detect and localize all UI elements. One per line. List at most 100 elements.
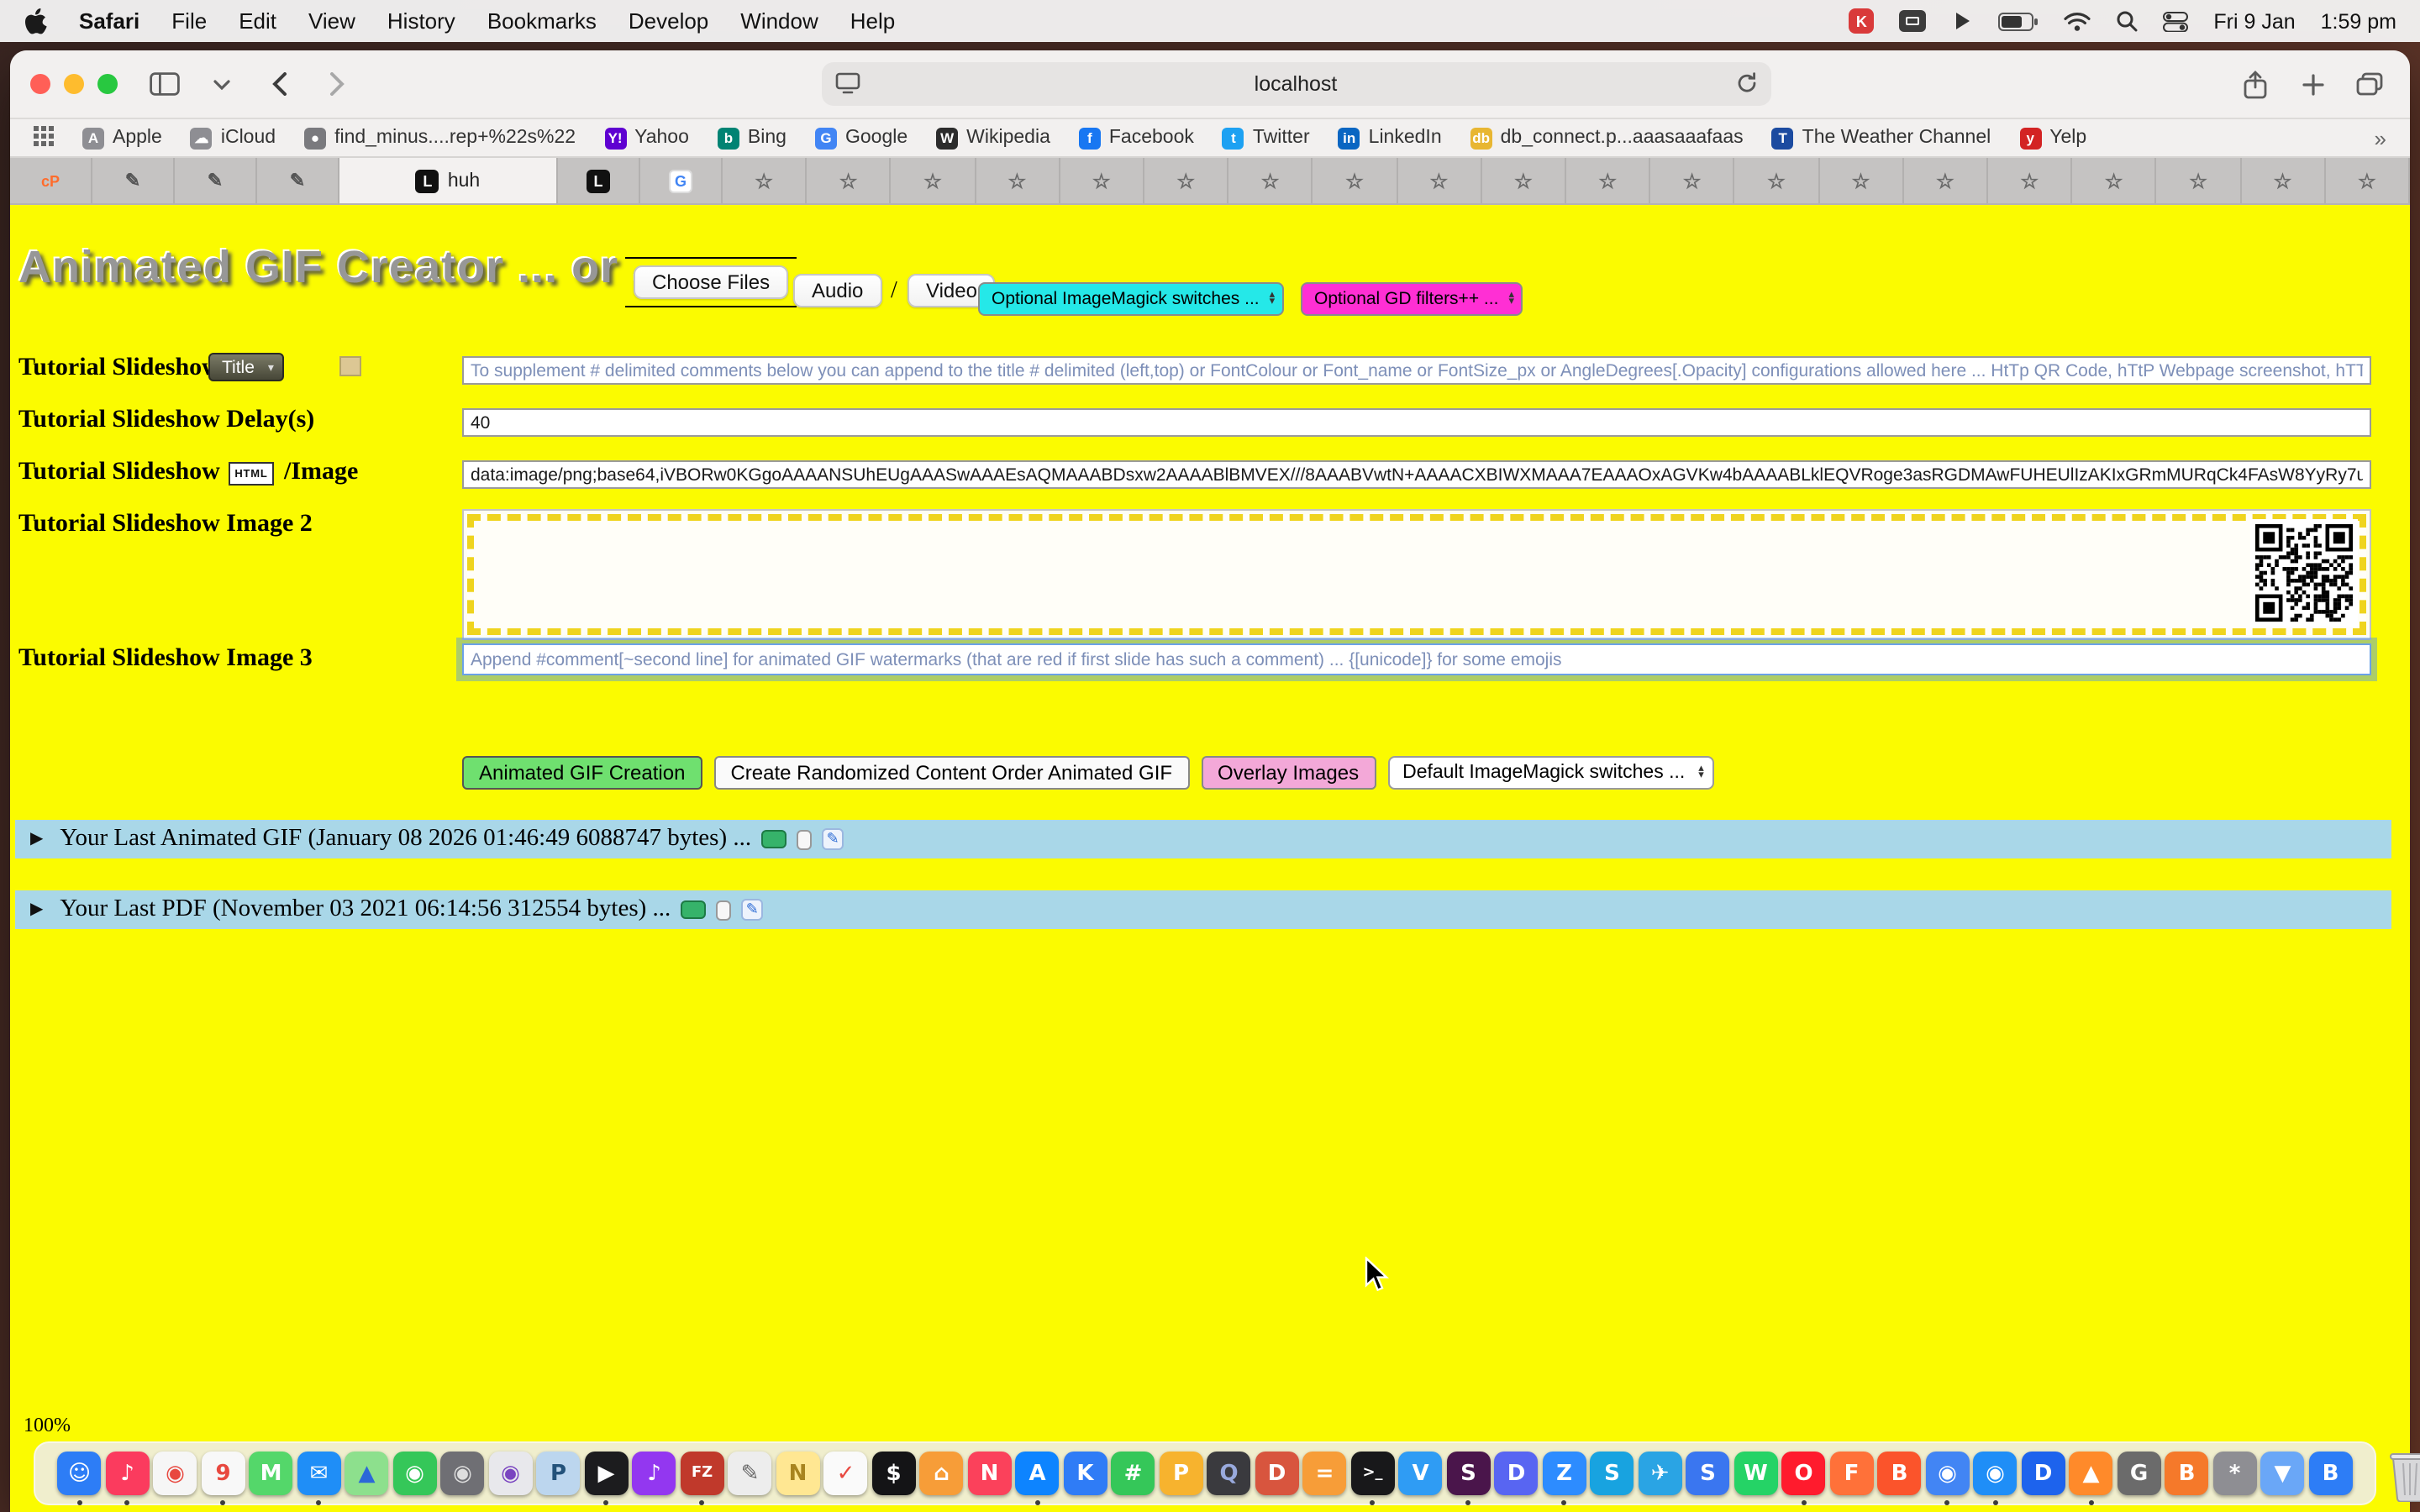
tab-bookmark-8[interactable]: ☆ bbox=[1313, 158, 1397, 203]
tab-bookmark-19[interactable]: ☆ bbox=[2241, 158, 2325, 203]
document-icon[interactable] bbox=[797, 829, 812, 849]
tab-bookmark-5[interactable]: ☆ bbox=[1060, 158, 1144, 203]
title-mode-select[interactable]: Title ▾ bbox=[208, 353, 284, 381]
menubar-item-develop[interactable]: Develop bbox=[629, 8, 708, 34]
dock-app-finder[interactable]: ☺ bbox=[57, 1451, 103, 1496]
dock-app-opera[interactable]: O bbox=[1781, 1451, 1827, 1496]
spotlight-search-icon[interactable] bbox=[2116, 10, 2138, 32]
dock-app-bluetooth[interactable]: B bbox=[2308, 1451, 2354, 1496]
frequently-visited-grid-icon[interactable] bbox=[34, 125, 54, 150]
tab-bookmark-4[interactable]: ☆ bbox=[976, 158, 1060, 203]
dock-app-calendar[interactable]: 9 bbox=[201, 1451, 246, 1496]
dock-app-signal[interactable]: S bbox=[1686, 1451, 1731, 1496]
randomized-gif-button[interactable]: Create Randomized Content Order Animated… bbox=[713, 756, 1189, 790]
dock-app-tv[interactable]: ▶ bbox=[584, 1451, 629, 1496]
playback-icon[interactable] bbox=[1951, 10, 1973, 32]
html-badge[interactable]: HTML bbox=[229, 462, 274, 486]
menubar-item-help[interactable]: Help bbox=[850, 8, 896, 34]
zoom-indicator[interactable]: 100% bbox=[24, 1413, 71, 1438]
favorite-google[interactable]: GGoogle bbox=[815, 127, 908, 149]
dock-app-vlc[interactable]: ▲ bbox=[2069, 1451, 2114, 1496]
tab-bookmark-11[interactable]: ☆ bbox=[1566, 158, 1650, 203]
address-bar[interactable]: localhost bbox=[821, 62, 1770, 106]
trash-icon[interactable] bbox=[2388, 1448, 2420, 1510]
dock-app-whatsapp[interactable]: W bbox=[1733, 1451, 1779, 1496]
battery-icon[interactable] bbox=[1998, 11, 2039, 31]
favorite-linkedin[interactable]: inLinkedIn bbox=[1339, 127, 1442, 149]
image2-preview[interactable] bbox=[462, 509, 2371, 640]
dock-app-messages[interactable]: M bbox=[249, 1451, 294, 1496]
tab-bookmark-18[interactable]: ☆ bbox=[2157, 158, 2241, 203]
dock-app-quicktime[interactable]: Q bbox=[1207, 1451, 1252, 1496]
tab-bookmark-6[interactable]: ☆ bbox=[1144, 158, 1228, 203]
disclosure-triangle-icon[interactable]: ▶ bbox=[30, 830, 43, 848]
tab-bookmark-16[interactable]: ☆ bbox=[1988, 158, 2072, 203]
delay-input[interactable] bbox=[462, 408, 2371, 437]
dock-app-dictionary[interactable]: D bbox=[1255, 1451, 1300, 1496]
dock-app-facetime[interactable]: ◉ bbox=[392, 1451, 438, 1496]
dock-app-telegram[interactable]: ✈ bbox=[1638, 1451, 1683, 1496]
document-icon[interactable] bbox=[716, 900, 731, 920]
minimize-window-button[interactable] bbox=[64, 74, 84, 94]
dock-app-podcasts[interactable]: ♪ bbox=[632, 1451, 677, 1496]
back-button[interactable] bbox=[259, 64, 299, 104]
dock-app-stocks[interactable]: $ bbox=[871, 1451, 917, 1496]
favorite-db[interactable]: dbdb_connect.p...aaasaaafaas bbox=[1470, 127, 1744, 149]
tab[interactable]: ✎ bbox=[175, 158, 257, 203]
dock-app-brave[interactable]: B bbox=[1877, 1451, 1923, 1496]
tab-bookmark-17[interactable]: ☆ bbox=[2073, 158, 2157, 203]
dock-app-firefox[interactable]: F bbox=[1829, 1451, 1875, 1496]
edit-icon[interactable]: ✎ bbox=[741, 899, 763, 921]
tab-bookmark-3[interactable]: ☆ bbox=[892, 158, 976, 203]
audio-button[interactable]: Audio bbox=[793, 274, 881, 307]
gd-filters-select[interactable]: Optional GD filters++ ... ▴▾ bbox=[1301, 282, 1523, 316]
favorite-bing[interactable]: bBing bbox=[718, 127, 786, 149]
imagemagick-switches-select[interactable]: Optional ImageMagick switches ... ▴▾ bbox=[978, 282, 1283, 316]
favorite-globe[interactable]: ●find_minus....rep+%22s%22 bbox=[304, 127, 576, 149]
last-animated-gif-bar[interactable]: ▶ Your Last Animated GIF (January 08 202… bbox=[15, 820, 2391, 858]
tab-bookmark-7[interactable]: ☆ bbox=[1228, 158, 1313, 203]
favorite-facebook[interactable]: fFacebook bbox=[1079, 127, 1194, 149]
tab-bookmark-14[interactable]: ☆ bbox=[1819, 158, 1903, 203]
dock-app-discord[interactable]: D bbox=[1494, 1451, 1539, 1496]
dock-app-photos[interactable]: ◉ bbox=[153, 1451, 198, 1496]
chevron-down-icon[interactable] bbox=[202, 64, 242, 104]
favorite-wikipedia[interactable]: WWikipedia bbox=[936, 127, 1050, 149]
tab-bookmark-12[interactable]: ☆ bbox=[1650, 158, 1734, 203]
menubar-date[interactable]: Fri 9 Jan bbox=[2213, 9, 2295, 33]
comment-input[interactable] bbox=[462, 643, 2371, 675]
tab[interactable]: ✎ bbox=[257, 158, 339, 203]
tab[interactable]: L bbox=[558, 158, 640, 203]
tab-overview-icon[interactable] bbox=[2349, 64, 2390, 104]
wifi-icon[interactable] bbox=[2064, 11, 2091, 31]
dock-app-downloads[interactable]: ▼ bbox=[2260, 1451, 2306, 1496]
dock-app-home[interactable]: ⌂ bbox=[919, 1451, 965, 1496]
dock-app-docker[interactable]: D bbox=[2021, 1451, 2066, 1496]
favorite-apple[interactable]: AApple bbox=[82, 127, 162, 149]
dock-app-keynote[interactable]: K bbox=[1063, 1451, 1108, 1496]
dock-app-gimp[interactable]: G bbox=[2117, 1451, 2162, 1496]
tab[interactable]: cP bbox=[10, 158, 92, 203]
dock-app-zoom[interactable]: Z bbox=[1542, 1451, 1587, 1496]
title-config-input[interactable] bbox=[462, 356, 2371, 385]
menubar-time[interactable]: 1:59 pm bbox=[2321, 9, 2396, 33]
dock-app-mail[interactable]: ✉ bbox=[297, 1451, 342, 1496]
share-icon[interactable] bbox=[2235, 64, 2275, 104]
dock-app-skype[interactable]: S bbox=[1590, 1451, 1635, 1496]
dock-app-camera[interactable]: ◉ bbox=[440, 1451, 486, 1496]
tab-bookmark-15[interactable]: ☆ bbox=[1904, 158, 1988, 203]
dock-app-appstore[interactable]: A bbox=[1015, 1451, 1060, 1496]
dock-app-preview[interactable]: P bbox=[536, 1451, 581, 1496]
tab-bookmark-1[interactable]: ☆ bbox=[723, 158, 807, 203]
page-format-icon[interactable] bbox=[834, 72, 860, 99]
tab[interactable]: ✎ bbox=[92, 158, 175, 203]
apple-menu-icon[interactable] bbox=[24, 8, 47, 34]
dock-app-terminal[interactable]: >_ bbox=[1350, 1451, 1396, 1496]
dock-app-safari[interactable]: ◉ bbox=[1973, 1451, 2018, 1496]
new-tab-icon[interactable] bbox=[2292, 64, 2333, 104]
dock-app-calculator[interactable]: = bbox=[1302, 1451, 1348, 1496]
overlay-images-button[interactable]: Overlay Images bbox=[1201, 756, 1376, 790]
menubar-item-view[interactable]: View bbox=[308, 8, 355, 34]
color-swatch[interactable] bbox=[339, 356, 361, 376]
dock-app-maps[interactable]: ▲ bbox=[345, 1451, 390, 1496]
